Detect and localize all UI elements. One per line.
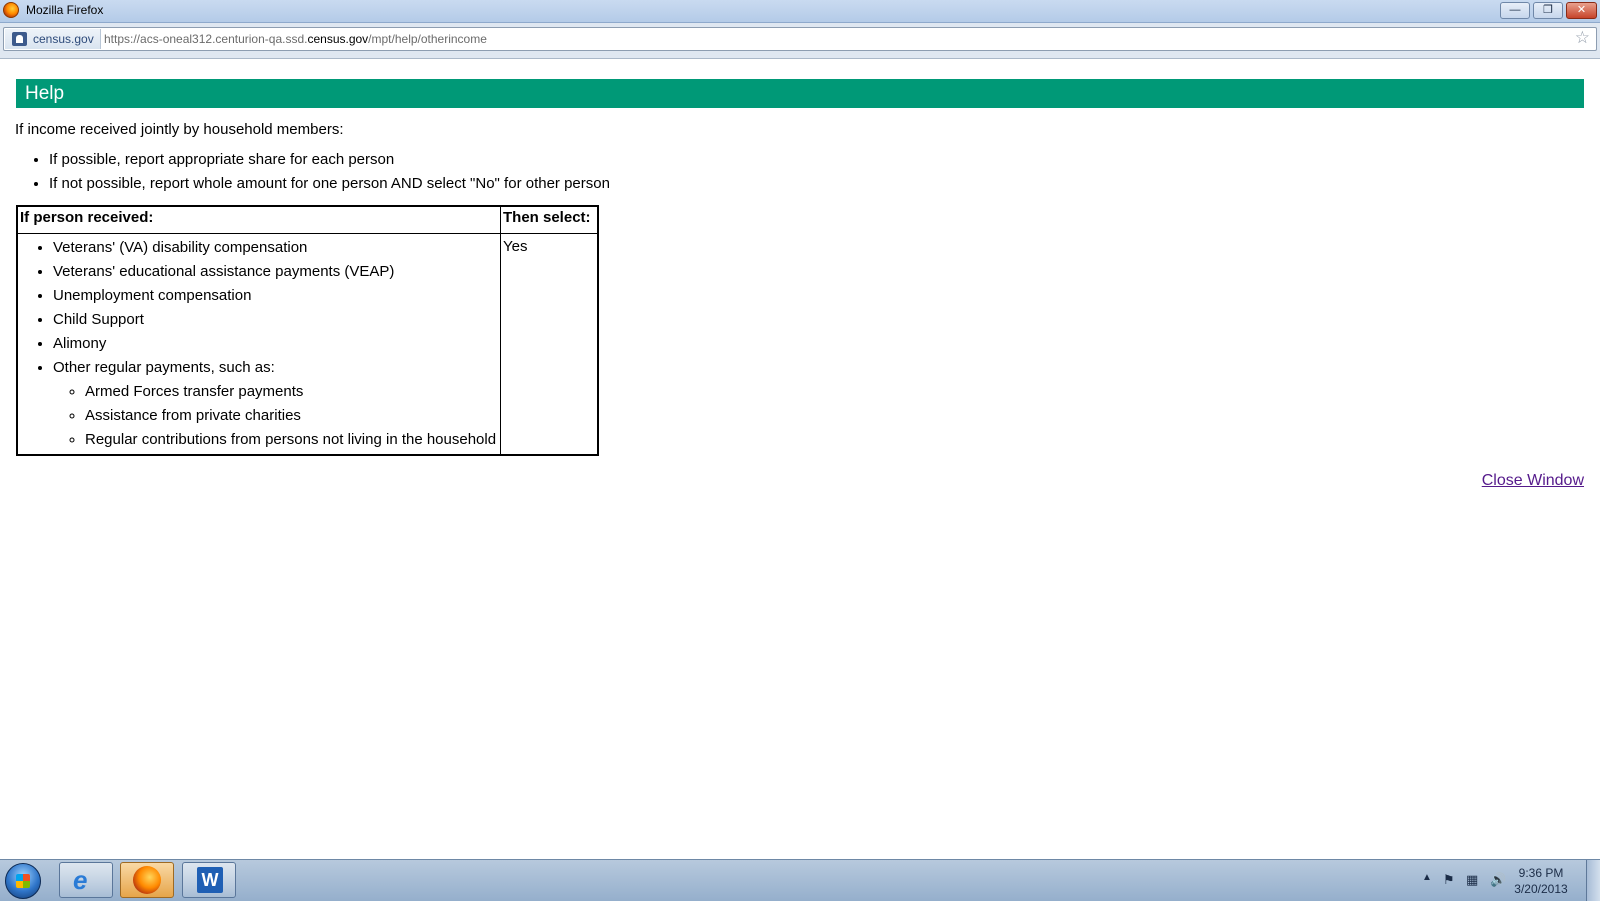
table-header-received: If person received: [16,205,501,234]
window-title: Mozilla Firefox [26,3,104,17]
intro-item-whole: If not possible, report whole amount for… [49,174,610,198]
action-center-flag-icon[interactable]: ⚑ [1443,872,1455,888]
list-item: Alimony [53,334,500,358]
windows-start-icon[interactable] [5,863,41,899]
site-identity-label: census.gov [33,32,94,46]
show-desktop-button[interactable] [1586,860,1600,901]
volume-icon[interactable]: 🔊 [1490,872,1506,888]
close-button[interactable]: ✕ [1566,2,1597,19]
received-cell: Veterans' (VA) disability compensation V… [16,233,501,456]
window-titlebar: Mozilla Firefox — ❐ ✕ [0,0,1600,23]
firefox-icon [3,2,19,18]
taskbar: e W ▲ ⚑ ▦ 🔊 9:36 PM 3/20/2013 [0,859,1600,901]
url-prefix: https://acs-oneal312.centurion-qa.ssd. [104,32,308,46]
table-header-select: Then select: [500,205,599,234]
clock-time: 9:36 PM [1518,866,1564,880]
list-item: Child Support [53,310,500,334]
intro-item-share: If possible, report appropriate share fo… [49,150,610,174]
url-bar[interactable]: census.gov https://acs-oneal312.centurio… [3,27,1597,51]
intro-list: If possible, report appropriate share fo… [0,150,610,198]
taskbar-internet-explorer-button[interactable]: e [59,862,113,898]
navigation-bar: census.gov https://acs-oneal312.centurio… [0,23,1600,59]
list-item: Unemployment compensation [53,286,500,310]
other-payments-list: Armed Forces transfer payments Assistanc… [53,382,500,454]
show-hidden-icons-icon[interactable]: ▲ [1422,872,1432,883]
select-cell: Yes [500,233,599,456]
list-item: Regular contributions from persons not l… [85,430,500,454]
minimize-button[interactable]: — [1500,2,1530,19]
firefox-taskbar-icon [133,866,161,894]
url-path: /mpt/help/otherincome [368,32,487,46]
url-text[interactable]: https://acs-oneal312.centurion-qa.ssd.ce… [104,29,487,49]
income-type-list: Veterans' (VA) disability compensation V… [18,238,500,448]
site-identity-icon [12,32,27,46]
network-icon[interactable]: ▦ [1466,872,1478,888]
bookmark-star-icon[interactable]: ☆ [1575,28,1590,48]
clock-date: 3/20/2013 [1514,882,1568,896]
close-window-link[interactable]: Close Window [1482,472,1584,490]
taskbar-word-button[interactable]: W [182,862,236,898]
list-item: Veterans' (VA) disability compensation [53,238,500,262]
intro-text: If income received jointly by household … [15,121,344,138]
list-item-other: Other regular payments, such as: Armed F… [53,358,500,448]
taskbar-firefox-button[interactable] [120,862,174,898]
help-header: Help [16,79,1584,108]
list-item: Veterans' educational assistance payment… [53,262,500,286]
site-identity-button[interactable]: census.gov [5,29,101,49]
word-icon: W [197,867,223,893]
list-item: Armed Forces transfer payments [85,382,500,406]
list-item-label: Other regular payments, such as: [53,359,275,376]
restore-button[interactable]: ❐ [1533,2,1563,19]
income-table: If person received: Then select: Veteran… [16,205,599,456]
list-item: Assistance from private charities [85,406,500,430]
taskbar-clock[interactable]: 9:36 PM 3/20/2013 [1506,865,1576,897]
internet-explorer-icon: e [73,865,88,895]
url-domain: census.gov [307,32,369,46]
page-content: Help If income received jointly by house… [0,59,1600,859]
